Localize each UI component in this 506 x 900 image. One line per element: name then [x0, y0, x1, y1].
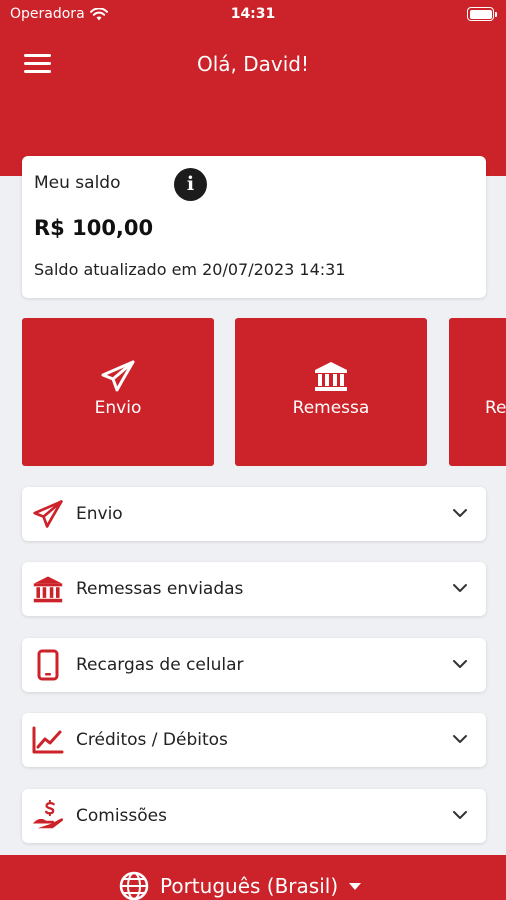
page-title: Olá, David! — [196, 52, 310, 76]
battery-icon — [467, 7, 497, 21]
quick-action-label: Re — [485, 398, 506, 418]
hand-money-icon — [32, 800, 64, 829]
paper-plane-icon — [33, 500, 63, 528]
balance-label: Meu saldo — [34, 173, 121, 193]
menu-item-comissoes[interactable]: Comissões — [22, 789, 486, 843]
menu-item-label: Recargas de celular — [76, 655, 244, 675]
quick-action-label: Envio — [94, 398, 142, 418]
quick-action-remessa[interactable]: Remessa — [235, 318, 427, 466]
menu-item-label: Remessas enviadas — [76, 579, 244, 599]
menu-item-envio[interactable]: Envio — [22, 487, 486, 541]
chevron-down-icon — [453, 811, 467, 819]
quick-action-envio[interactable]: Envio — [22, 318, 214, 466]
language-label: Português (Brasil) — [160, 874, 339, 898]
globe-icon — [119, 871, 149, 900]
quick-action-partial[interactable]: Re — [449, 318, 506, 466]
status-time: 14:31 — [230, 6, 276, 22]
mobile-phone-icon — [37, 649, 59, 681]
status-bar: Operadora 14:31 — [0, 0, 506, 30]
bank-icon — [33, 576, 63, 603]
chevron-down-icon — [453, 735, 467, 743]
quick-action-label: Remessa — [292, 398, 370, 418]
balance-card: Meu saldo i R$ 100,00 Saldo atualizado e… — [22, 156, 486, 298]
menu-item-label: Comissões — [76, 806, 167, 826]
balance-value: R$ 100,00 — [34, 216, 154, 240]
menu-item-remessas-enviadas[interactable]: Remessas enviadas — [22, 562, 486, 616]
paper-plane-icon — [101, 360, 135, 392]
app-header: Operadora 14:31 Olá, David! — [0, 0, 506, 176]
chevron-down-icon — [453, 660, 467, 668]
menu-item-creditos-debitos[interactable]: Créditos / Débitos — [22, 713, 486, 767]
chevron-down-icon — [453, 584, 467, 592]
balance-updated-text: Saldo atualizado em 20/07/2023 14:31 — [34, 260, 346, 279]
chevron-down-icon — [453, 509, 467, 517]
menu-item-recargas-de-celular[interactable]: Recargas de celular — [22, 638, 486, 692]
menu-item-label: Créditos / Débitos — [76, 730, 228, 750]
menu-item-label: Envio — [76, 504, 123, 524]
line-chart-icon — [32, 726, 64, 754]
info-icon[interactable]: i — [174, 168, 207, 201]
bank-icon — [315, 362, 347, 391]
language-selector[interactable]: Português (Brasil) — [0, 855, 506, 900]
caret-down-icon — [349, 883, 362, 890]
quick-actions-carousel[interactable]: Envio Remessa Re — [0, 318, 506, 466]
